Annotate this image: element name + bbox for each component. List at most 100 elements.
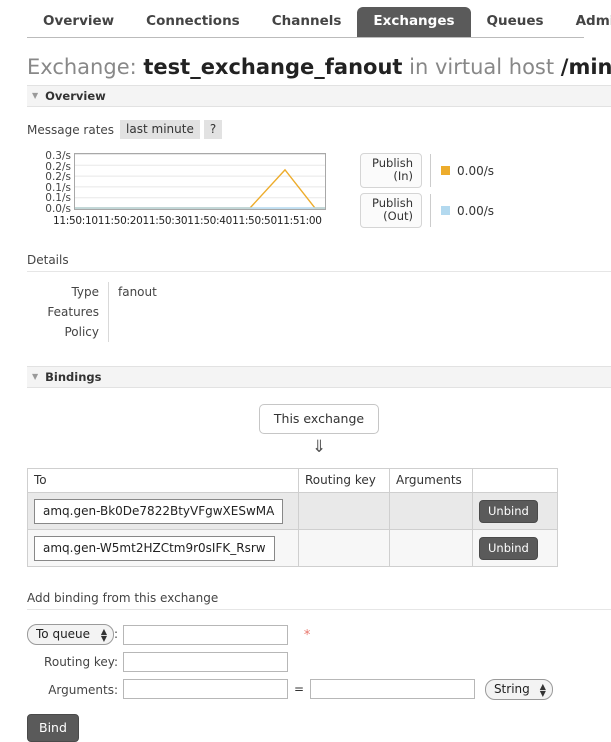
- routing-key-label: Routing key:: [44, 655, 119, 669]
- chart-plot-area: [74, 153, 326, 210]
- details-label-policy: Policy: [27, 322, 109, 342]
- arrow-down-icon: ⇓: [311, 437, 327, 457]
- chart-svg: [75, 154, 325, 209]
- help-icon[interactable]: ?: [203, 120, 223, 139]
- required-marker: *: [303, 627, 311, 643]
- legend-row-publish-out: Publish (Out) 0.00/s: [360, 193, 494, 228]
- table-row: amq.gen-W5mt2HZCtm9r0sIFK_Rsrw Unbind: [27, 529, 558, 567]
- tab-overview[interactable]: Overview: [27, 7, 130, 37]
- chart-y-tick: 0.3/s: [45, 150, 71, 162]
- bindings-column-to[interactable]: To: [27, 468, 299, 493]
- tab-exchanges[interactable]: Exchanges: [357, 7, 471, 37]
- details-label-type: Type: [27, 282, 109, 302]
- argument-type-select-wrap: String ▲ ▼: [484, 679, 553, 700]
- binding-destination-cell: amq.gen-Bk0De7822BtyVFgwXESwMA: [27, 492, 299, 530]
- bindings-column-arguments[interactable]: Arguments: [389, 468, 473, 493]
- argument-value-input[interactable]: [310, 679, 476, 699]
- details-label-features: Features: [27, 302, 109, 322]
- arguments-label: Arguments:: [48, 682, 119, 697]
- message-rates-controls: Message rates last minute ?: [27, 120, 611, 139]
- bind-button[interactable]: Bind: [27, 714, 79, 742]
- tab-connections[interactable]: Connections: [130, 7, 256, 37]
- tab-admin[interactable]: Admin: [560, 7, 611, 37]
- chart-y-tick: 0.1/s: [45, 192, 71, 204]
- routing-key-input[interactable]: [123, 652, 289, 672]
- form-row-arguments: Arguments: = String ▲ ▼: [27, 676, 553, 704]
- binding-arguments-cell: [389, 529, 473, 567]
- page-title-prefix: Exchange:: [27, 55, 144, 79]
- main-navigation: Overview Connections Channels Exchanges …: [0, 0, 611, 37]
- details-value-features: [109, 302, 299, 322]
- details-value-type: fanout: [118, 285, 157, 299]
- section-header-overview-label: Overview: [45, 89, 106, 103]
- section-header-overview[interactable]: ▼ Overview: [27, 85, 611, 107]
- chart-x-axis: 11:50:1011:50:2011:50:3011:50:4011:50:50…: [53, 215, 322, 227]
- arguments-input-cell: = String ▲ ▼: [123, 676, 553, 704]
- details-value-policy: [109, 322, 299, 342]
- details-row-type: Type fanout: [27, 282, 298, 302]
- chart-x-tick: 11:50:20: [97, 215, 143, 227]
- unbind-button[interactable]: Unbind: [479, 499, 538, 523]
- unbind-button[interactable]: Unbind: [479, 536, 538, 560]
- table-row: amq.gen-Bk0De7822BtyVFgwXESwMA Unbind: [27, 492, 558, 530]
- binding-arguments-cell: [389, 492, 473, 530]
- destination-colon: :: [114, 627, 119, 641]
- binding-destination-cell: amq.gen-W5mt2HZCtm9r0sIFK_Rsrw: [27, 529, 299, 567]
- binding-routing-key-cell: [298, 492, 390, 530]
- chart-legend: Publish (In) 0.00/s Publish (Out) 0.00/s: [360, 151, 494, 228]
- details-row-policy: Policy: [27, 322, 298, 342]
- legend-rate-publish-in: 0.00/s: [457, 163, 495, 178]
- add-binding-form: To queue ▲ ▼ : * Routing key: Arguments: …: [27, 621, 553, 704]
- message-rates-label: Message rates: [27, 122, 115, 137]
- chart-y-tick: 0.2/s: [45, 171, 71, 183]
- tab-channels[interactable]: Channels: [256, 7, 358, 37]
- details-title: Details: [27, 253, 611, 272]
- legend-divider: [430, 194, 431, 227]
- bindings-column-actions: [472, 468, 558, 493]
- add-binding-title: Add binding from this exchange: [27, 591, 611, 610]
- section-header-bindings-label: Bindings: [45, 370, 102, 384]
- legend-swatch-publish-out: [441, 206, 450, 215]
- details-row-features: Features: [27, 302, 298, 322]
- message-rates-chart-block: 0.3/s 0.2/s 0.2/s 0.1/s 0.1/s 0.0/s 11:5…: [27, 151, 611, 231]
- arguments-equals: =: [294, 682, 305, 696]
- legend-swatch-publish-in: [441, 166, 450, 175]
- chart-x-tick: 11:50:10: [53, 215, 98, 227]
- destination-input[interactable]: [123, 624, 289, 645]
- routing-key-input-cell: [123, 649, 553, 676]
- destination-input-cell: *: [123, 621, 553, 649]
- binding-action-cell: Unbind: [472, 492, 558, 530]
- form-row-destination: To queue ▲ ▼ : *: [27, 621, 553, 649]
- chart-y-axis: 0.3/s 0.2/s 0.2/s 0.1/s 0.1/s 0.0/s: [27, 151, 71, 214]
- bindings-table: To Routing key Arguments amq.gen-Bk0De78…: [27, 468, 558, 567]
- nav-divider: [27, 37, 584, 38]
- legend-value-publish-out: 0.00/s: [441, 193, 494, 228]
- argument-type-select[interactable]: String: [484, 679, 553, 700]
- legend-rate-publish-out: 0.00/s: [457, 203, 495, 218]
- chart-x-tick: 11:50:50: [232, 215, 277, 227]
- this-exchange-node[interactable]: This exchange: [258, 404, 380, 434]
- legend-button-publish-out[interactable]: Publish (Out): [360, 193, 422, 228]
- rates-period-chip[interactable]: last minute: [120, 120, 200, 139]
- chart-x-tick: 11:50:30: [142, 215, 188, 227]
- tab-queues[interactable]: Queues: [471, 7, 560, 37]
- page-title: Exchange: test_exchange_fanout in virtua…: [27, 54, 611, 80]
- legend-button-publish-in[interactable]: Publish (In): [360, 153, 422, 188]
- chevron-down-icon: ▼: [32, 372, 39, 381]
- binding-routing-key-cell: [298, 529, 390, 567]
- destination-type-select[interactable]: To queue: [27, 624, 114, 645]
- bindings-column-routing-key[interactable]: Routing key: [298, 468, 390, 493]
- destination-type-cell: To queue ▲ ▼ :: [27, 621, 123, 649]
- legend-value-publish-in: 0.00/s: [441, 153, 494, 188]
- queue-link[interactable]: amq.gen-W5mt2HZCtm9r0sIFK_Rsrw: [34, 535, 275, 561]
- page-title-vhost: /ming: [560, 55, 611, 79]
- binding-action-cell: Unbind: [472, 529, 558, 567]
- page-title-exchange-name: test_exchange_fanout: [143, 55, 403, 79]
- argument-key-input[interactable]: [123, 679, 289, 699]
- section-header-bindings[interactable]: ▼ Bindings: [27, 366, 611, 388]
- bindings-header-row: To Routing key Arguments: [27, 468, 558, 493]
- queue-link[interactable]: amq.gen-Bk0De7822BtyVFgwXESwMA: [34, 498, 284, 524]
- form-row-routing-key: Routing key:: [27, 649, 553, 676]
- legend-divider: [430, 154, 431, 187]
- chart-x-tick: 11:50:40: [187, 215, 233, 227]
